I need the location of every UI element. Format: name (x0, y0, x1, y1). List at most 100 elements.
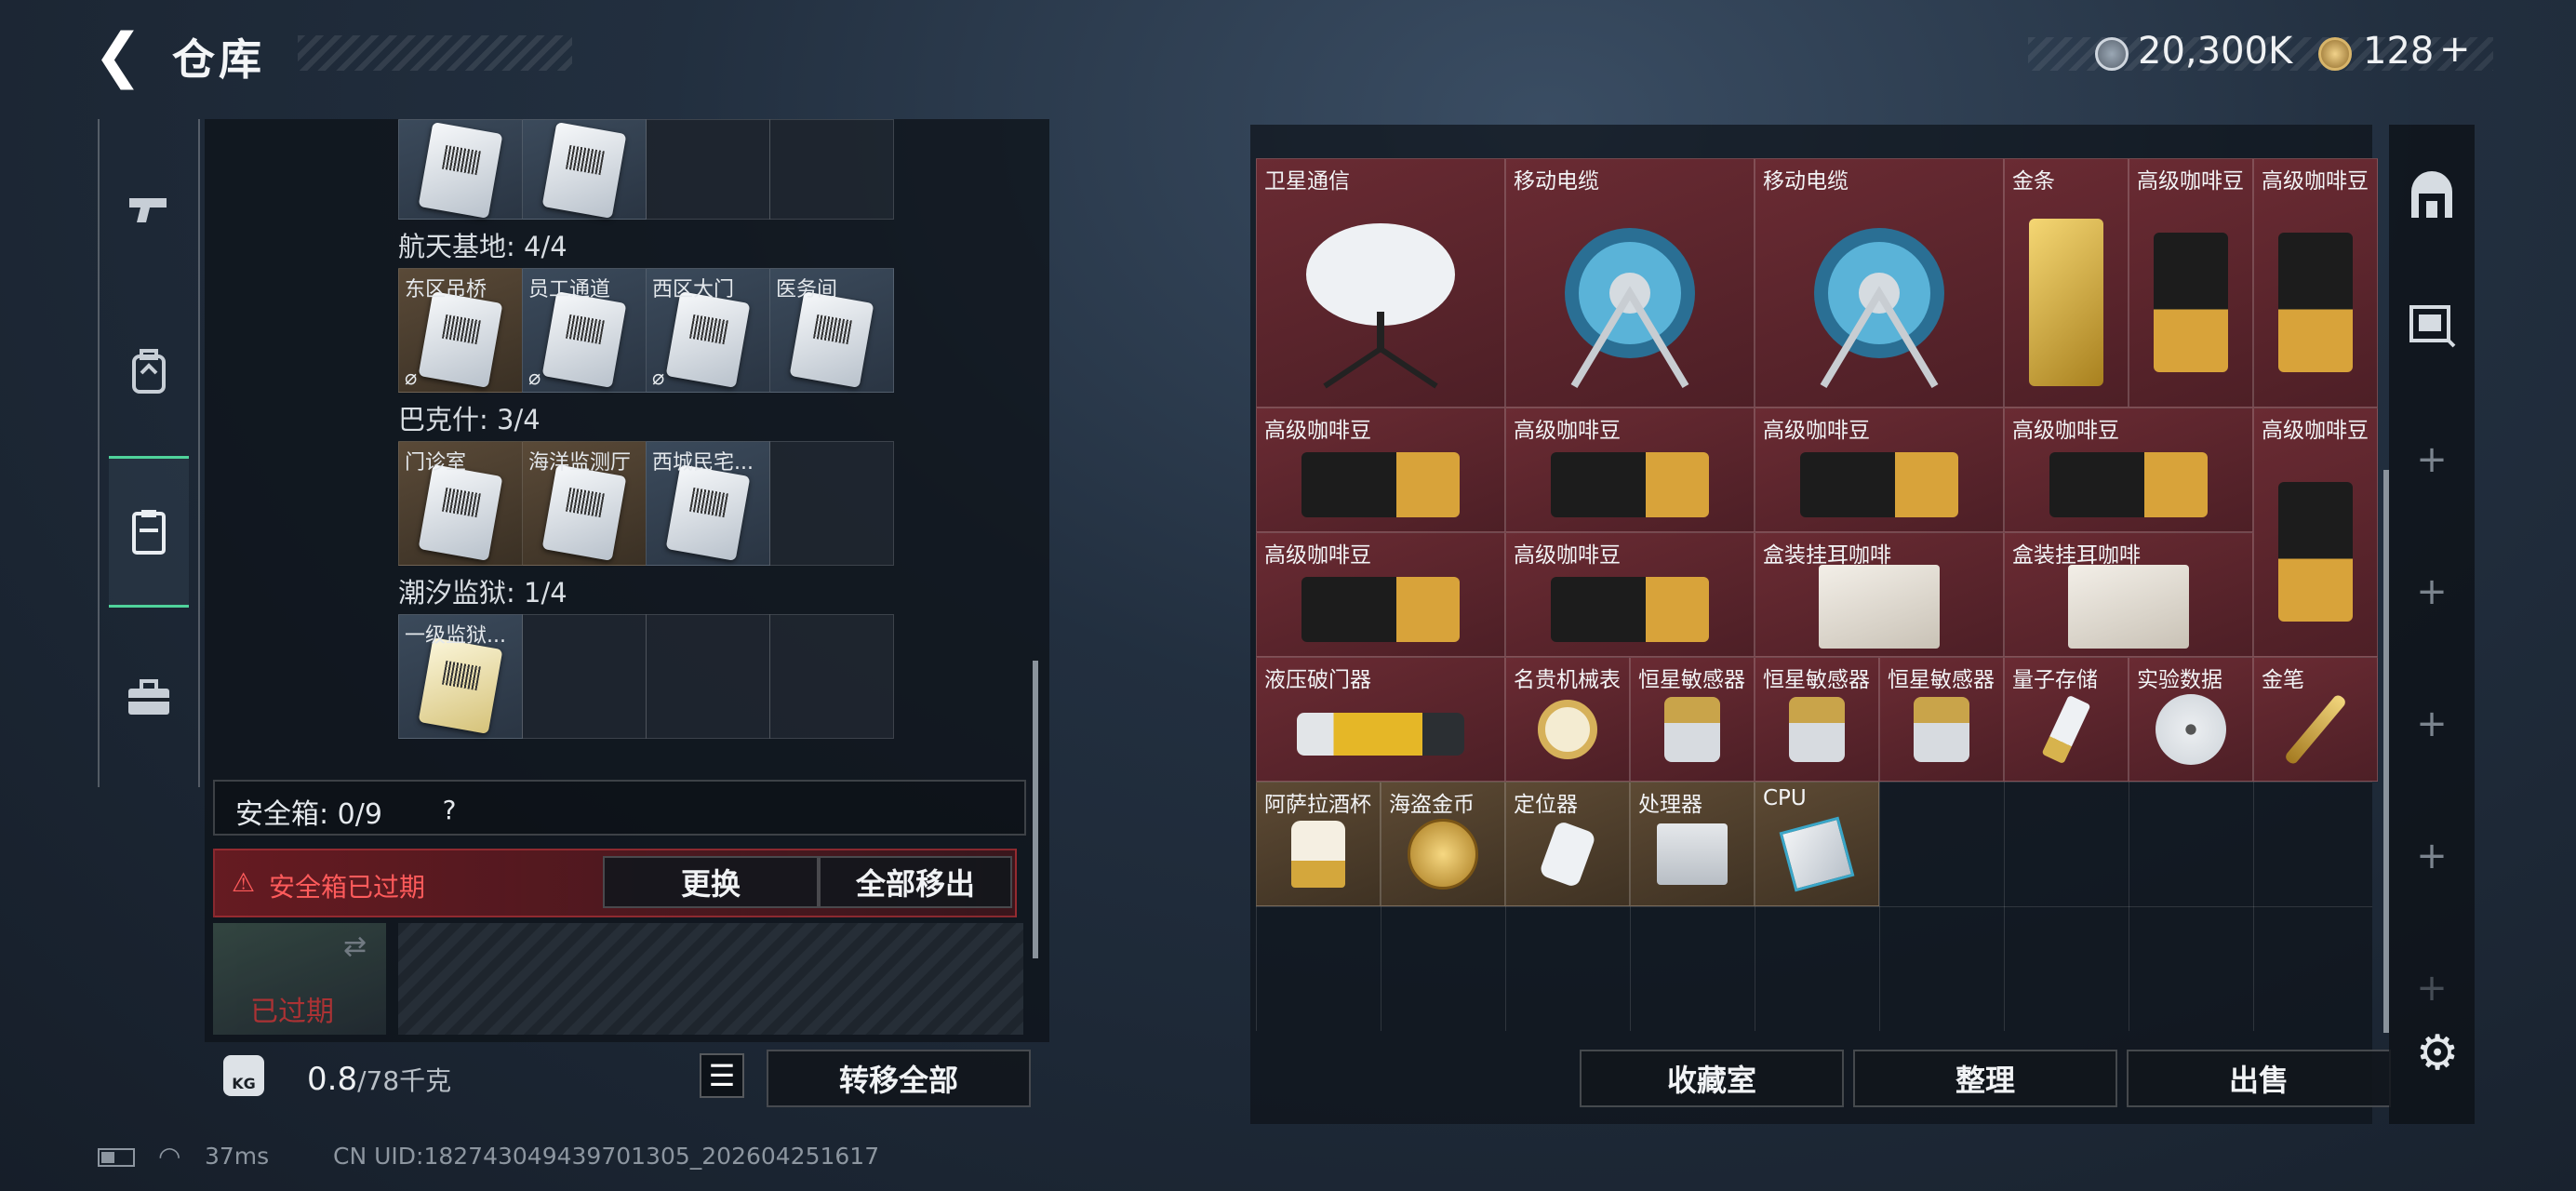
coffee-box-icon (1819, 565, 1940, 649)
safe-case-storage (398, 923, 1023, 1035)
coffee-bag-icon (1301, 451, 1460, 517)
item-asala-goblet[interactable]: 阿萨拉酒杯 (1256, 782, 1381, 906)
cpu-chip-icon (1779, 816, 1855, 891)
item-pirate-coin[interactable]: 海盗金币 (1381, 782, 1505, 906)
left-scrollbar[interactable] (1033, 661, 1038, 958)
item-coffee-beans[interactable]: 高级咖啡豆 (1256, 532, 1505, 657)
safe-case-slot[interactable]: ⇄ 已过期 (213, 923, 386, 1035)
title-stripe (298, 35, 572, 71)
add-storage-tab-button[interactable]: + (2404, 564, 2460, 620)
item-star-sensor[interactable]: 恒星敏感器 (1630, 657, 1755, 782)
storage-tab[interactable] (2404, 171, 2460, 227)
item-hydraulic-breacher[interactable]: 液压破门器 (1256, 657, 1505, 782)
item-cable-reel[interactable]: 移动电缆 (1505, 158, 1755, 408)
item-luxury-watch[interactable]: 名贵机械表 (1505, 657, 1630, 782)
remove-all-button[interactable]: 全部移出 (819, 856, 1012, 908)
item-cable-reel[interactable]: 移动电缆 (1755, 158, 2004, 408)
item-gold-bar[interactable]: 金条 (2004, 158, 2129, 408)
rail-tab-storage[interactable] (110, 467, 188, 597)
empty-slot[interactable] (769, 119, 894, 220)
sell-button[interactable]: 出售 (2127, 1050, 2391, 1107)
pen-icon (2283, 692, 2348, 766)
settings-button[interactable]: ⚙ (2409, 1025, 2465, 1081)
usb-drive-icon (2041, 694, 2091, 764)
group-label-tidal-prison: 潮汐监狱: 1/4 (398, 577, 567, 609)
item-star-sensor[interactable]: 恒星敏感器 (1879, 657, 2004, 782)
item-processor[interactable]: 处理器 (1630, 782, 1755, 906)
warning-icon: ⚠ (232, 867, 256, 898)
keycard-slot[interactable]: 一级监狱... (398, 614, 523, 739)
item-satellite-comm[interactable]: 卫星通信 (1256, 158, 1505, 408)
coffee-box-icon (2068, 565, 2189, 649)
item-coffee-beans[interactable]: 高级咖啡豆 (2004, 408, 2253, 532)
empty-slot[interactable] (769, 441, 894, 566)
keycard-slot[interactable]: 西城民宅... (646, 441, 770, 566)
keycard-slot[interactable] (398, 119, 523, 220)
empty-slot[interactable] (522, 614, 647, 739)
item-coffee-beans[interactable]: 高级咖啡豆 (1505, 408, 1755, 532)
pistol-icon (129, 198, 167, 222)
keycard-slot[interactable] (522, 119, 647, 220)
add-storage-tab-button[interactable]: + (2404, 432, 2460, 488)
item-gold-pen[interactable]: 金笔 (2253, 657, 2378, 782)
keycard-slot[interactable]: 医务间 (769, 268, 894, 393)
gold-coin-icon (1408, 818, 1478, 890)
cable-reel-icon (1814, 228, 1944, 389)
item-coffee-beans[interactable]: 高级咖啡豆 (1256, 408, 1505, 532)
list-view-button[interactable]: ☰ (700, 1053, 744, 1098)
replace-button[interactable]: 更换 (603, 856, 819, 908)
sensor-icon (1789, 696, 1845, 762)
expired-message: 安全箱已过期 (269, 872, 426, 903)
back-button[interactable]: ❮ (93, 26, 149, 86)
keycard-slot[interactable]: 门诊室 (398, 441, 523, 566)
add-currency-button[interactable]: + (2439, 28, 2471, 71)
goblet-icon (1291, 820, 1345, 888)
no-access-icon: ⌀ (652, 367, 665, 390)
keycard-slot[interactable]: 海洋监测厅 (522, 441, 647, 566)
add-storage-tab-button[interactable]: + (2404, 828, 2460, 884)
breacher-icon (1297, 712, 1464, 756)
safe-box-label: 安全箱: 0/9 (235, 798, 382, 831)
transfer-all-button[interactable]: 转移全部 (767, 1050, 1031, 1107)
item-boxed-coffee[interactable]: 盒装挂耳咖啡 (2004, 532, 2253, 657)
watch-icon (1538, 699, 1597, 759)
item-coffee-beans[interactable]: 高级咖啡豆 (2253, 408, 2378, 657)
keycard-slot[interactable]: 东区吊桥 ⌀ (398, 268, 523, 393)
rail-tab-cases[interactable] (110, 633, 188, 763)
item-coffee-beans[interactable]: 高级咖啡豆 (1755, 408, 2004, 532)
keycard-slot[interactable]: 员工通道 ⌀ (522, 268, 647, 393)
empty-slot[interactable] (646, 614, 770, 739)
page-title: 仓库 (172, 34, 265, 85)
group-label-aerospace: 航天基地: 4/4 (398, 231, 567, 262)
satellite-dish-icon (1306, 223, 1455, 389)
item-coffee-beans[interactable]: 高级咖啡豆 (2253, 158, 2378, 408)
add-storage-tab-button[interactable]: + (2404, 960, 2460, 1016)
keycard-rack-icon (2409, 305, 2456, 348)
empty-slot[interactable] (646, 119, 770, 220)
rail-tab-weapons[interactable] (110, 144, 188, 274)
no-access-icon: ⌀ (528, 367, 541, 390)
coffee-bag-icon (2154, 233, 2228, 373)
item-experiment-data[interactable]: 实验数据 (2129, 657, 2253, 782)
cable-reel-icon (1565, 228, 1695, 389)
coffee-bag-icon (1551, 451, 1709, 517)
silver-coin-icon (2095, 37, 2129, 71)
organize-button[interactable]: 整理 (1853, 1050, 2117, 1107)
item-locator[interactable]: 定位器 (1505, 782, 1630, 906)
collection-room-button[interactable]: 收藏室 (1580, 1050, 1844, 1107)
locker-icon (132, 510, 166, 555)
help-button[interactable]: ? (429, 789, 470, 830)
add-storage-tab-button[interactable]: + (2404, 696, 2460, 752)
item-cpu[interactable]: CPU (1755, 782, 1879, 906)
item-coffee-beans[interactable]: 高级咖啡豆 (2129, 158, 2253, 408)
item-quantum-storage[interactable]: 量子存储 (2004, 657, 2129, 782)
keycard-slot[interactable]: 西区大门 ⌀ (646, 268, 770, 393)
chevron-left-icon: ❮ (93, 21, 143, 90)
rail-tab-equipment[interactable] (110, 307, 188, 437)
item-star-sensor[interactable]: 恒星敏感器 (1755, 657, 1879, 782)
keycard-rack-tab[interactable] (2404, 298, 2460, 354)
item-boxed-coffee[interactable]: 盒装挂耳咖啡 (1755, 532, 2004, 657)
item-coffee-beans[interactable]: 高级咖啡豆 (1505, 532, 1755, 657)
gear-icon: ⚙ (2415, 1025, 2460, 1081)
empty-slot[interactable] (769, 614, 894, 739)
